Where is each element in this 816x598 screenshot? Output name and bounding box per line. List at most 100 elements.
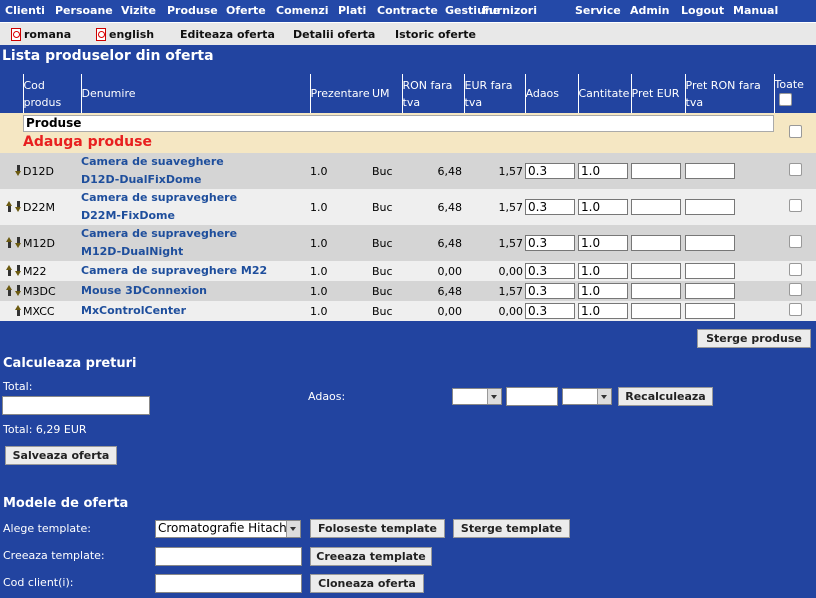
sub-nav: romana english Editeaza oferta Detalii o… [0, 23, 816, 45]
nav-oferte[interactable]: Oferte [226, 4, 266, 17]
product-prezentare: 1.0 [310, 281, 372, 301]
row-checkbox[interactable] [788, 235, 802, 248]
section-checkbox[interactable] [788, 125, 802, 138]
product-name-link[interactable]: Camera de supraveghere D22M-FixDome [81, 189, 310, 225]
product-ron: 6,48 [402, 189, 464, 225]
move-up-icon[interactable] [5, 200, 14, 212]
row-checkbox[interactable] [788, 199, 802, 212]
cantitate-input[interactable] [578, 263, 628, 279]
product-name-link[interactable]: MxControlCenter [81, 301, 310, 321]
adaos-value-input[interactable] [506, 387, 558, 406]
delete-products-button[interactable]: Sterge produse [697, 329, 811, 348]
total-input[interactable] [2, 396, 150, 415]
select-all-checkbox[interactable] [778, 93, 792, 106]
product-name-line1[interactable]: Camera de supraveghere M22 [81, 262, 310, 280]
nav-furnizori[interactable]: Furnizori [482, 4, 537, 17]
product-name-link[interactable]: Mouse 3DConnexion [81, 281, 310, 301]
cantitate-input[interactable] [578, 303, 628, 319]
use-template-button[interactable]: Foloseste template [310, 519, 445, 538]
adaos-input[interactable] [525, 199, 575, 215]
nav-contracte[interactable]: Contracte [377, 4, 438, 17]
template-select[interactable]: Cromatografie Hitachi [155, 520, 301, 538]
create-template-button[interactable]: Creeaza template [310, 547, 432, 566]
product-eur: 0,00 [464, 301, 525, 321]
pret-eur-input[interactable] [631, 199, 681, 215]
add-products-link[interactable]: Adauga produse [23, 134, 774, 150]
nav-clienti[interactable]: Clienti [5, 4, 45, 17]
offer-history-link[interactable]: Istoric oferte [395, 28, 476, 41]
edit-offer-link[interactable]: Editeaza oferta [180, 28, 275, 41]
top-nav: Clienti Persoane Vizite Produse Oferte Comenz… [0, 0, 816, 23]
save-offer-button[interactable]: Salveaza oferta [5, 446, 117, 465]
adaos-input[interactable] [525, 163, 575, 179]
client-code-input[interactable] [155, 574, 302, 593]
cantitate-input[interactable] [578, 235, 628, 251]
adaos-input[interactable] [525, 235, 575, 251]
product-name-link[interactable]: Camera de supraveghere M22 [81, 261, 310, 281]
move-down-icon[interactable] [14, 200, 23, 212]
row-checkbox[interactable] [788, 163, 802, 176]
pret-eur-input[interactable] [631, 235, 681, 251]
move-down-icon[interactable] [14, 284, 23, 296]
adaos-input[interactable] [525, 283, 575, 299]
cantitate-input[interactable] [578, 163, 628, 179]
move-down-icon[interactable] [14, 264, 23, 276]
product-name-line1[interactable]: Mouse 3DConnexion [81, 282, 310, 300]
pret-ron-input[interactable] [685, 303, 735, 319]
nav-service[interactable]: Service [575, 4, 621, 17]
pret-eur-input[interactable] [631, 163, 681, 179]
move-down-icon[interactable] [14, 236, 23, 248]
product-name-line1[interactable]: Camera de supraveghere [81, 189, 310, 207]
product-name-line2[interactable]: M12D-DualNight [81, 243, 310, 261]
product-name-line1[interactable]: MxControlCenter [81, 302, 310, 320]
pret-ron-input[interactable] [685, 163, 735, 179]
pret-ron-input[interactable] [685, 263, 735, 279]
move-up-icon[interactable] [5, 264, 14, 276]
nav-plati[interactable]: Plati [338, 4, 366, 17]
pret-eur-input[interactable] [631, 303, 681, 319]
delete-template-button[interactable]: Sterge template [453, 519, 570, 538]
pret-eur-input[interactable] [631, 263, 681, 279]
adaos-input[interactable] [525, 263, 575, 279]
pret-ron-input[interactable] [685, 283, 735, 299]
product-name-line2[interactable]: D12D-DualFixDome [81, 171, 310, 189]
nav-vizite[interactable]: Vizite [121, 4, 156, 17]
offer-details-link[interactable]: Detalii oferta [293, 28, 375, 41]
product-ron: 0,00 [402, 261, 464, 281]
lang-romana-link[interactable]: romana [10, 28, 71, 41]
product-name-line1[interactable]: Camera de suaveghere [81, 153, 310, 171]
product-name-link[interactable]: Camera de suaveghere D12D-DualFixDome [81, 153, 310, 189]
adaos-unit-select[interactable] [562, 388, 612, 405]
nav-admin[interactable]: Admin [630, 4, 669, 17]
nav-comenzi[interactable]: Comenzi [276, 4, 329, 17]
cantitate-input[interactable] [578, 283, 628, 299]
product-code: D12D [23, 153, 81, 189]
adaos-input[interactable] [525, 303, 575, 319]
lang-english-link[interactable]: english [95, 28, 154, 41]
row-checkbox[interactable] [788, 303, 802, 316]
pret-eur-input[interactable] [631, 283, 681, 299]
row-checkbox[interactable] [788, 283, 802, 296]
product-name-line1[interactable]: Camera de supraveghere [81, 225, 310, 243]
clone-offer-button[interactable]: Cloneaza oferta [310, 574, 424, 593]
product-um: Buc [372, 189, 402, 225]
cantitate-input[interactable] [578, 199, 628, 215]
move-down-icon[interactable] [14, 164, 23, 176]
recalculate-button[interactable]: Recalculeaza [618, 387, 713, 406]
product-name-line2[interactable]: D22M-FixDome [81, 207, 310, 225]
nav-logout[interactable]: Logout [681, 4, 724, 17]
product-name-link[interactable]: Camera de supraveghere M12D-DualNight [81, 225, 310, 261]
pret-ron-input[interactable] [685, 199, 735, 215]
move-up-icon[interactable] [14, 304, 23, 316]
adaos-type-select[interactable] [452, 388, 502, 405]
nav-persoane[interactable]: Persoane [55, 4, 113, 17]
nav-manual[interactable]: Manual [733, 4, 778, 17]
pret-ron-input[interactable] [685, 235, 735, 251]
product-ron: 6,48 [402, 281, 464, 301]
move-up-icon[interactable] [5, 284, 14, 296]
create-template-input[interactable] [155, 547, 302, 566]
row-checkbox[interactable] [788, 263, 802, 276]
move-up-icon[interactable] [5, 236, 14, 248]
nav-produse[interactable]: Produse [167, 4, 218, 17]
product-um: Buc [372, 301, 402, 321]
